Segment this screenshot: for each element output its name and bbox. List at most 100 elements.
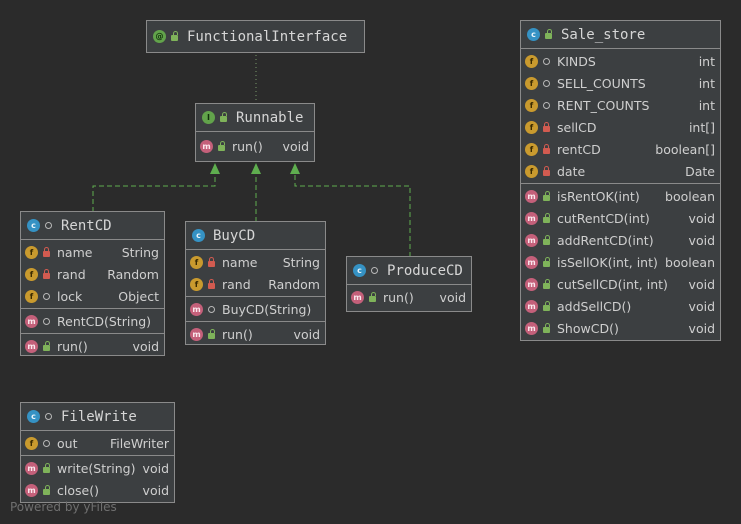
unlock-icon [41, 462, 51, 475]
annotation-icon: @ [153, 30, 166, 43]
package-icon [541, 99, 551, 112]
unlock-icon [169, 30, 179, 43]
filewrite-field-row[interactable]: f out FileWriter [21, 432, 174, 454]
field-type: Object [118, 288, 159, 304]
field-icon: f [525, 164, 538, 178]
unlock-icon [541, 278, 551, 291]
method-name: write(String) [57, 460, 136, 476]
field-icon: f [25, 245, 38, 259]
class-icon: c [353, 264, 366, 277]
edge-rentcd-implements-runnable [92, 172, 216, 212]
field-type: Random [268, 276, 320, 292]
method-icon: m [25, 314, 38, 328]
sale-store-field-row[interactable]: f SELL_COUNTS int [521, 72, 720, 94]
sale-store-method-row[interactable]: m isSellOK(int, int) boolean [521, 251, 720, 273]
method-type: void [282, 138, 309, 154]
method-type: void [688, 210, 715, 226]
method-icon: m [190, 302, 203, 316]
method-type: void [688, 298, 715, 314]
method-icon: m [525, 299, 538, 313]
rentcd-node[interactable]: c RentCD f name String f rand Random f l… [20, 211, 165, 356]
package-icon [369, 264, 379, 277]
sale-store-method-row[interactable]: m cutSellCD(int, int) void [521, 273, 720, 295]
abstract-method-icon: m [200, 139, 213, 153]
class-icon: c [27, 410, 40, 423]
method-icon: m [525, 233, 538, 247]
sale-store-field-row[interactable]: f KINDS int [521, 50, 720, 72]
functional-interface-node[interactable]: @ FunctionalInterface [146, 20, 365, 53]
filewrite-method-row[interactable]: m close() void [21, 479, 174, 501]
field-icon: f [190, 277, 203, 291]
rentcd-field-row[interactable]: f rand Random [21, 263, 164, 285]
method-name: close() [57, 482, 99, 498]
unlock-icon [41, 340, 51, 353]
unlock-icon [367, 291, 377, 304]
sale-store-field-row[interactable]: f date Date [521, 160, 720, 182]
method-type: void [688, 232, 715, 248]
field-name: date [557, 163, 586, 179]
method-icon: m [25, 339, 38, 353]
static-field-icon: f [525, 98, 538, 112]
unlock-icon [541, 212, 551, 225]
unlock-icon [541, 256, 551, 269]
method-name: cutSellCD(int, int) [557, 276, 668, 292]
filewrite-node[interactable]: c FileWrite f out FileWriter m write(Str… [20, 402, 175, 503]
runnable-node[interactable]: I Runnable m run() void [195, 103, 315, 162]
package-icon [541, 55, 551, 68]
method-type: void [142, 482, 169, 498]
static-field-icon: f [525, 120, 538, 134]
unlock-icon [206, 328, 216, 341]
lock-icon [206, 278, 216, 291]
method-type: boolean [665, 188, 715, 204]
sale-store-method-row[interactable]: m ShowCD() void [521, 317, 720, 339]
method-name: run() [57, 338, 88, 354]
buycd-field-row[interactable]: f rand Random [186, 273, 325, 295]
unlock-icon [541, 300, 551, 313]
sale-store-field-row[interactable]: f RENT_COUNTS int [521, 94, 720, 116]
class-icon: c [192, 229, 205, 242]
rentcd-field-row[interactable]: f lock Object [21, 285, 164, 307]
method-icon: m [525, 277, 538, 291]
method-name: run() [383, 289, 414, 305]
static-field-icon: f [525, 54, 538, 68]
method-type: void [132, 338, 159, 354]
field-icon: f [25, 436, 38, 450]
buycd-node[interactable]: c BuyCD f name String f rand Random m Bu… [185, 221, 326, 345]
method-type: void [688, 276, 715, 292]
package-icon [541, 77, 551, 90]
producecd-method-row[interactable]: m run() void [347, 286, 471, 308]
field-type: int[] [688, 119, 715, 135]
buycd-method-row[interactable]: m run() void [186, 323, 325, 345]
buycd-field-row[interactable]: f name String [186, 251, 325, 273]
field-name: rentCD [557, 141, 601, 157]
sale-store-method-row[interactable]: m isRentOK(int) boolean [521, 185, 720, 207]
field-name: rand [57, 266, 86, 282]
package-icon [206, 303, 216, 316]
rentcd-constructor-row[interactable]: m RentCD(String) [21, 310, 164, 332]
method-name: ShowCD() [557, 320, 619, 336]
buycd-constructor-row[interactable]: m BuyCD(String) [186, 298, 325, 320]
package-icon [43, 219, 53, 232]
sale-store-field-row[interactable]: f rentCD boolean[] [521, 138, 720, 160]
lock-icon [206, 256, 216, 269]
sale-store-method-row[interactable]: m addRentCD(int) void [521, 229, 720, 251]
runnable-method-row[interactable]: m run() void [196, 135, 314, 157]
sale-store-method-row[interactable]: m cutRentCD(int) void [521, 207, 720, 229]
filewrite-method-row[interactable]: m write(String) void [21, 457, 174, 479]
method-icon: m [525, 321, 538, 335]
lock-icon [41, 268, 51, 281]
field-type: int [698, 75, 715, 91]
edge-buycd-arrowhead [251, 163, 261, 174]
lock-icon [41, 246, 51, 259]
method-name: run() [222, 326, 253, 342]
method-icon: m [351, 290, 364, 304]
sale-store-node[interactable]: c Sale_store f KINDS int f SELL_COUNTS i… [520, 20, 721, 341]
sale-store-method-row[interactable]: m addSellCD() void [521, 295, 720, 317]
rentcd-method-row[interactable]: m run() void [21, 335, 164, 357]
field-name: RENT_COUNTS [557, 97, 650, 113]
powered-by-footer: Powered by yFiles [10, 500, 117, 514]
producecd-node[interactable]: c ProduceCD m run() void [346, 256, 472, 312]
buycd-title: BuyCD [213, 227, 256, 244]
rentcd-field-row[interactable]: f name String [21, 241, 164, 263]
sale-store-field-row[interactable]: f sellCD int[] [521, 116, 720, 138]
